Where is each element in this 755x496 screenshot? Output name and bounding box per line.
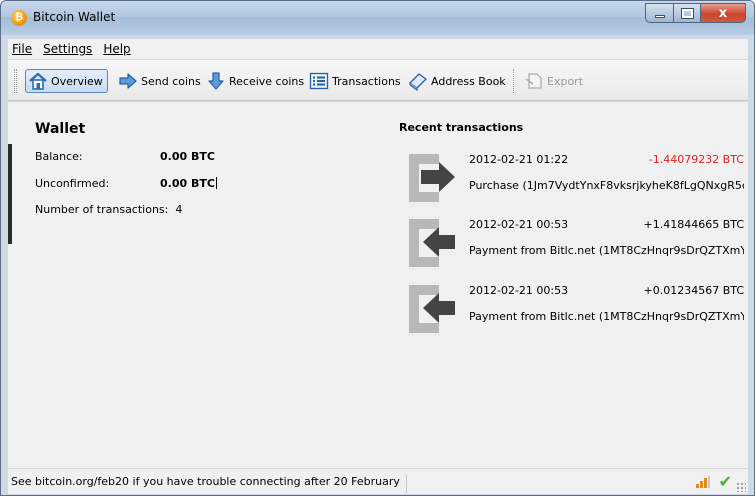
text-caret bbox=[215, 177, 217, 189]
unconfirmed-value: 0.00 BTC bbox=[160, 177, 215, 190]
export-icon bbox=[525, 73, 542, 89]
num-transactions-label: Number of transactions: 4 bbox=[35, 203, 183, 216]
bitcoin-logo-icon: ₿ bbox=[11, 10, 27, 26]
transaction-item[interactable]: 2012-02-21 00:53 +1.41844665 BTC Payment… bbox=[399, 211, 744, 277]
wallet-heading: Wallet bbox=[35, 121, 86, 137]
title-bar[interactable]: ₿ Bitcoin Wallet x bbox=[1, 1, 754, 35]
transaction-description: Purchase (1Jm7VydtYnxF8vksrjkyheK8fLgQNx… bbox=[469, 179, 744, 192]
balance-value[interactable]: 0.00 BTC bbox=[160, 150, 215, 163]
transaction-description: Payment from Bitlc.net (1MT8CzHnqr9sDrQZ… bbox=[469, 310, 744, 323]
toolbar: Overview Send coins Receive coins Transa… bbox=[8, 59, 748, 101]
window-title: Bitcoin Wallet bbox=[33, 10, 116, 24]
address-book-icon bbox=[409, 73, 427, 91]
toolbar-separator bbox=[513, 69, 514, 93]
overview-button[interactable]: Overview bbox=[25, 69, 108, 93]
app-window: ₿ Bitcoin Wallet x File Settings Help Ov… bbox=[0, 0, 755, 496]
transaction-date: 2012-02-21 00:53 bbox=[469, 284, 569, 297]
signal-strength-icon[interactable] bbox=[696, 476, 710, 488]
transaction-item[interactable]: 2012-02-21 01:22 -1.44079232 BTC Purchas… bbox=[399, 146, 744, 212]
window-edge-strip bbox=[8, 144, 12, 244]
send-coins-button[interactable]: Send coins bbox=[118, 69, 201, 93]
num-transactions-value: 4 bbox=[175, 203, 183, 216]
menu-file[interactable]: File bbox=[12, 42, 32, 56]
receive-arrow-icon bbox=[208, 72, 224, 90]
status-message: See bitcoin.org/feb20 if you have troubl… bbox=[11, 475, 407, 493]
receive-coins-button[interactable]: Receive coins bbox=[206, 69, 304, 93]
transaction-amount: +0.01234567 BTC bbox=[643, 284, 745, 297]
transaction-amount: -1.44079232 BTC bbox=[648, 153, 744, 166]
checkmark-icon[interactable]: ✔ bbox=[719, 472, 732, 491]
window-controls: x bbox=[645, 3, 746, 23]
transaction-description: Payment from Bitlc.net (1MT8CzHnqr9sDrQZ… bbox=[469, 244, 744, 257]
unconfirmed-value-field[interactable]: 0.00 BTC bbox=[160, 177, 217, 190]
incoming-transaction-icon bbox=[409, 285, 455, 333]
toolbar-grip[interactable] bbox=[14, 69, 17, 93]
close-button[interactable]: x bbox=[700, 3, 746, 23]
home-icon bbox=[29, 72, 47, 90]
minimize-icon bbox=[654, 15, 665, 18]
resize-grip[interactable] bbox=[736, 482, 746, 492]
transaction-item[interactable]: 2012-02-21 00:53 +0.01234567 BTC Payment… bbox=[399, 277, 744, 343]
transaction-amount: +1.41844665 BTC bbox=[643, 218, 745, 231]
menu-bar: File Settings Help bbox=[8, 39, 748, 59]
recent-transactions-heading: Recent transactions bbox=[399, 121, 524, 134]
outgoing-transaction-icon bbox=[409, 154, 455, 202]
menu-settings[interactable]: Settings bbox=[43, 42, 92, 56]
maximize-button[interactable] bbox=[673, 3, 700, 23]
send-arrow-icon bbox=[119, 73, 137, 89]
address-book-button[interactable]: Address Book bbox=[408, 69, 506, 93]
incoming-transaction-icon bbox=[409, 219, 455, 267]
status-bar: See bitcoin.org/feb20 if you have troubl… bbox=[8, 468, 748, 494]
balance-label: Balance: bbox=[35, 150, 83, 163]
maximize-icon bbox=[680, 7, 694, 19]
transaction-date: 2012-02-21 01:22 bbox=[469, 153, 569, 166]
list-icon bbox=[309, 72, 329, 90]
unconfirmed-label: Unconfirmed: bbox=[35, 177, 110, 190]
minimize-button[interactable] bbox=[645, 3, 673, 23]
overview-page: Wallet Balance: 0.00 BTC Unconfirmed: 0.… bbox=[8, 102, 748, 468]
transactions-button[interactable]: Transactions bbox=[309, 69, 401, 93]
menu-help[interactable]: Help bbox=[103, 42, 130, 56]
export-button[interactable]: Export bbox=[524, 69, 583, 93]
transaction-date: 2012-02-21 00:53 bbox=[469, 218, 569, 231]
close-icon: x bbox=[718, 5, 728, 21]
